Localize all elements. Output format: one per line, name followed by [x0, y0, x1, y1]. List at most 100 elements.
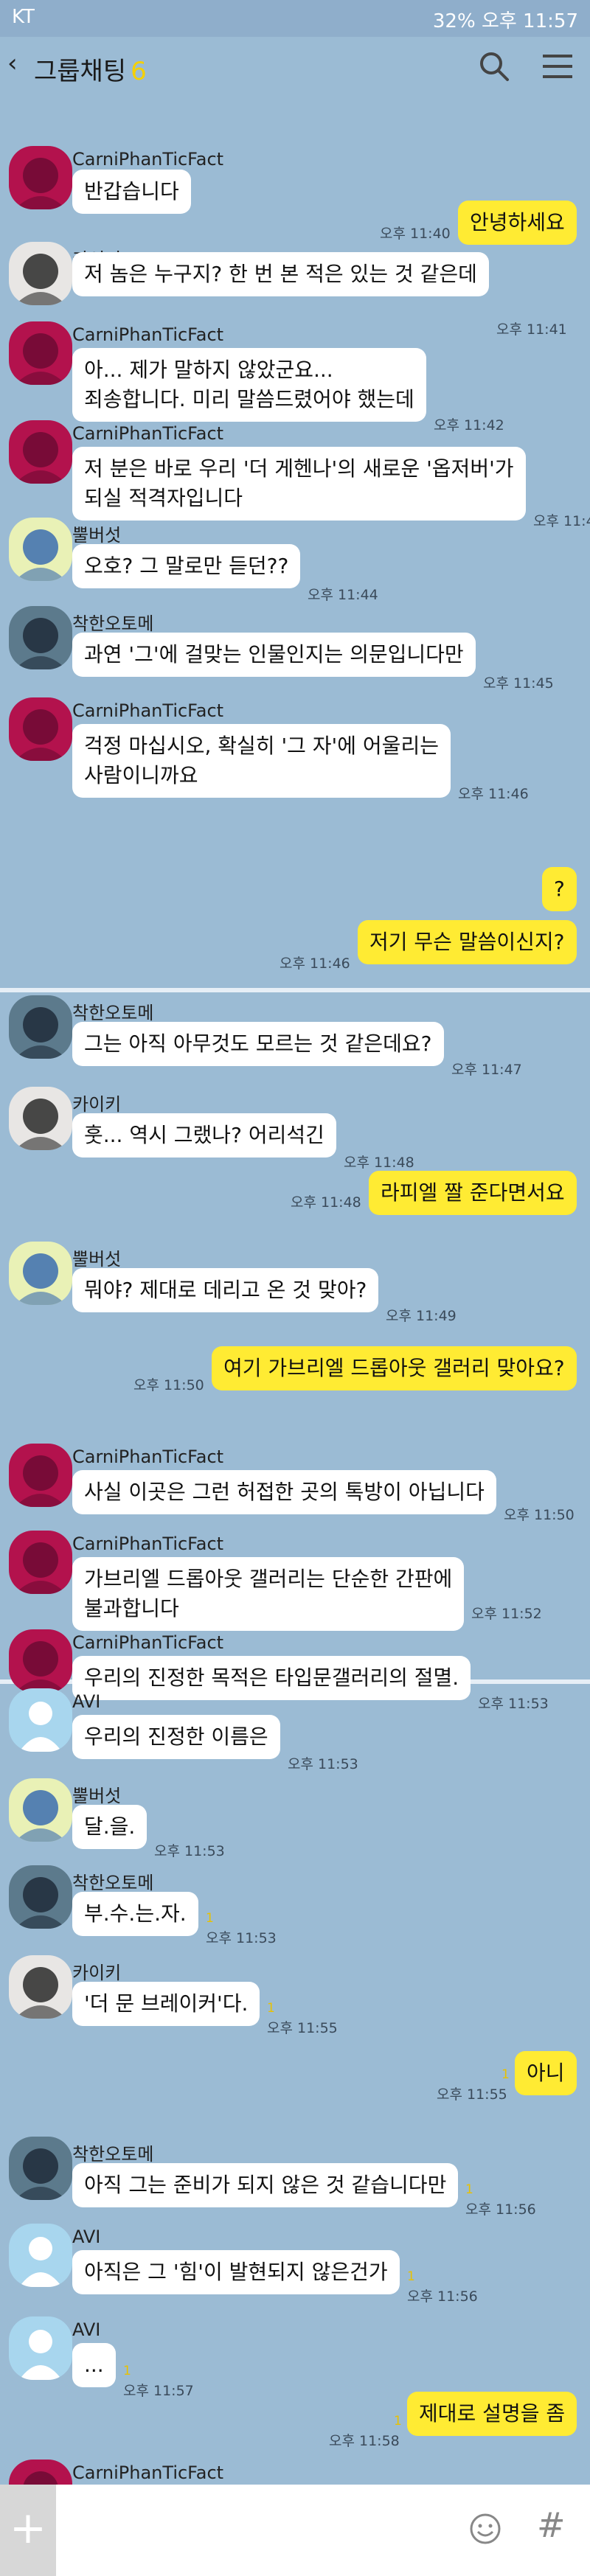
message-bubble[interactable]: 부.수.는.자. — [72, 1892, 198, 1936]
message-bubble[interactable]: 반갑습니다 — [72, 170, 191, 214]
my-message-bubble[interactable]: 제대로 설명을 좀 — [407, 2392, 577, 2436]
sender-name: 착한오토메 — [72, 1003, 154, 1023]
message-timestamp: 오후 11:49 — [386, 1308, 457, 1324]
message-bubble[interactable]: ... — [72, 2343, 116, 2387]
message-bubble[interactable]: 우리의 진정한 이름은 — [72, 1715, 280, 1759]
avatar[interactable] — [9, 2137, 72, 2200]
avatar[interactable] — [9, 2460, 72, 2485]
unread-count: 1 — [267, 2001, 275, 2016]
avatar[interactable] — [9, 1087, 72, 1150]
status-right: 32% 오후 11:57 — [433, 6, 578, 33]
message-bubble[interactable]: 그는 아직 아무것도 모르는 것 같은데요? — [72, 1022, 444, 1066]
avatar[interactable] — [9, 321, 72, 385]
input-bar: + # — [0, 2485, 590, 2576]
my-message-bubble[interactable]: 아니 — [515, 2051, 577, 2095]
message-bubble[interactable]: 훗... 역시 그랬나? 어리석긴 — [72, 1113, 336, 1158]
sender-name: AVI — [72, 2319, 101, 2340]
message-bubble[interactable]: 아직은 그 '힘'이 발현되지 않은건가 — [72, 2250, 400, 2294]
sender-name: 카이키 — [72, 1963, 122, 1983]
avatar[interactable] — [9, 1778, 72, 1842]
plus-button[interactable]: + — [0, 2485, 56, 2576]
message-timestamp: 오후 11:55 — [267, 2020, 338, 2036]
my-message-bubble[interactable]: 라피엘 짤 준다면서요 — [369, 1171, 577, 1215]
avatar[interactable] — [9, 995, 72, 1059]
menu-icon[interactable] — [543, 53, 572, 80]
screenshot-divider — [0, 988, 590, 992]
message-timestamp: 오후 11:41 — [496, 321, 567, 338]
message-timestamp: 오후 11:53 — [206, 1930, 277, 1946]
message-bubble[interactable]: 달.을. — [72, 1805, 148, 1849]
unread-count: 1 — [502, 2067, 510, 2082]
message-bubble[interactable]: '더 문 브레이커'다. — [72, 1982, 260, 2026]
chat-header: ‹ 그룹채팅 6 — [0, 37, 590, 97]
my-message-bubble[interactable]: ? — [542, 867, 577, 911]
message-bubble[interactable]: 걱정 마십시오, 확실히 '그 자'에 어울리는 사람이니까요 — [72, 724, 451, 798]
sender-name: 착한오토메 — [72, 613, 154, 634]
message-row: CarniPhanTicFact이거이거 정말 죄송하게 됐습니다 — [0, 97, 590, 2485]
sender-name: 뿔버섯 — [72, 525, 122, 546]
avatar[interactable] — [9, 1865, 72, 1929]
sender-name: 카이키 — [72, 1094, 122, 1115]
message-timestamp: 오후 11:45 — [483, 675, 554, 692]
sender-name: 착한오토메 — [72, 2144, 154, 2165]
message-timestamp: 오후 11:50 — [504, 1507, 575, 1523]
carrier-label: KT — [12, 6, 35, 28]
sender-name: 착한오토메 — [72, 1873, 154, 1893]
avatar[interactable] — [9, 518, 72, 581]
message-timestamp: 오후 11:48 — [344, 1155, 414, 1171]
emoji-icon[interactable] — [469, 2513, 502, 2545]
chat-area[interactable]: CarniPhanTicFact반갑습니다오후 11:40안녕하세요오후 11:… — [0, 97, 590, 2485]
avatar[interactable] — [9, 2224, 72, 2287]
message-bubble[interactable]: 저 분은 바로 우리 '더 게헨나'의 새로운 '옵저버'가 되실 적격자입니다 — [72, 447, 526, 521]
unread-count: 1 — [465, 2182, 473, 2197]
message-timestamp: 오후 11:56 — [407, 2288, 478, 2305]
my-message-bubble[interactable]: 저기 무슨 말씀이신지? — [358, 920, 577, 964]
avatar[interactable] — [9, 242, 72, 305]
search-icon[interactable] — [478, 50, 510, 83]
message-input[interactable] — [68, 2514, 437, 2547]
message-bubble[interactable]: 과연 '그'에 걸맞는 인물인지는 의문입니다만 — [72, 633, 476, 677]
status-bar: KT 32% 오후 11:57 — [0, 0, 590, 37]
unread-count: 1 — [394, 2414, 402, 2429]
sender-name: CarniPhanTicFact — [72, 1632, 224, 1653]
avatar[interactable] — [9, 1242, 72, 1305]
message-timestamp: 오후 11:55 — [437, 2086, 507, 2103]
back-chevron-icon[interactable]: ‹ — [7, 49, 18, 78]
message-bubble[interactable]: 저 놈은 누구지? 한 번 본 적은 있는 것 같은데 — [72, 252, 489, 296]
message-timestamp: 오후 11:44 — [533, 513, 590, 529]
message-bubble[interactable]: 아... 제가 말하지 않았군요... 죄송합니다. 미리 말씀드렸어야 했는데 — [72, 348, 426, 422]
avatar[interactable] — [9, 1444, 72, 1507]
message-timestamp: 오후 11:53 — [154, 1843, 225, 1859]
message-bubble[interactable]: 사실 이곳은 그런 허접한 곳의 톡방이 아닙니다 — [72, 1470, 496, 1514]
avatar[interactable] — [9, 606, 72, 669]
avatar[interactable] — [9, 1629, 72, 1693]
avatar[interactable] — [9, 1531, 72, 1594]
sender-name: CarniPhanTicFact — [72, 700, 224, 721]
my-message-bubble[interactable]: 여기 가브리엘 드롭아웃 갤러리 맞아요? — [212, 1346, 577, 1390]
sender-name: CarniPhanTicFact — [72, 324, 224, 345]
avatar[interactable] — [9, 2316, 72, 2380]
message-timestamp: 오후 11:46 — [280, 955, 350, 972]
chat-title: 그룹채팅 6 — [34, 51, 147, 87]
sender-name: AVI — [72, 2227, 101, 2247]
message-bubble[interactable]: 가브리엘 드롭아웃 갤러리는 단순한 간판에 불과합니다 — [72, 1557, 465, 1631]
avatar[interactable] — [9, 1688, 72, 1752]
avatar[interactable] — [9, 146, 72, 209]
message-bubble[interactable]: 우리의 진정한 목적은 타입문갤러리의 절멸. — [72, 1656, 471, 1700]
avatar[interactable] — [9, 697, 72, 761]
avatar[interactable] — [9, 420, 72, 484]
avatar[interactable] — [9, 1955, 72, 2019]
message-timestamp: 오후 11:50 — [133, 1377, 204, 1393]
message-bubble[interactable]: 오호? 그 말로만 듣던?? — [72, 544, 301, 588]
battery-level: 32% — [432, 10, 476, 32]
member-count: 6 — [131, 57, 147, 86]
message-bubble[interactable]: 뭐야? 제대로 데리고 온 것 맞아? — [72, 1268, 379, 1312]
my-message-bubble[interactable]: 안녕하세요 — [458, 201, 577, 245]
clock: 오후 11:57 — [481, 10, 578, 32]
message-timestamp: 오후 11:53 — [288, 1756, 358, 1772]
message-bubble[interactable]: 아직 그는 준비가 되지 않은 것 같습니다만 — [72, 2163, 459, 2207]
unread-count: 1 — [206, 1911, 214, 1926]
sender-name: 뿔버섯 — [72, 1786, 122, 1806]
sharp-button[interactable]: # — [537, 2505, 566, 2545]
sender-name: 뿔버섯 — [72, 1249, 122, 1270]
